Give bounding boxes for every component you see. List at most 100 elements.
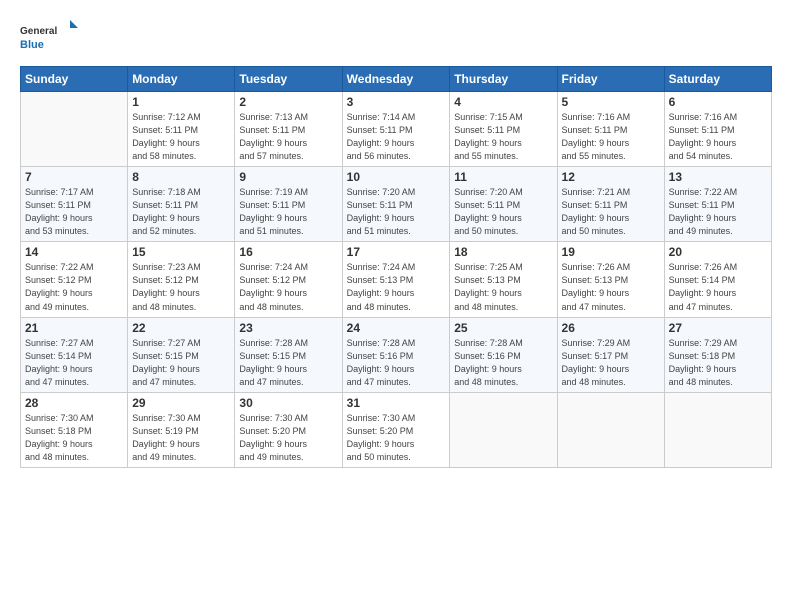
calendar-cell: 4 Sunrise: 7:15 AMSunset: 5:11 PMDaylight… (450, 92, 557, 167)
day-info: Sunrise: 7:30 AMSunset: 5:19 PMDaylight:… (132, 412, 230, 464)
day-number: 26 (562, 321, 660, 335)
day-number: 28 (25, 396, 123, 410)
calendar-cell: 14 Sunrise: 7:22 AMSunset: 5:12 PMDayligh… (21, 242, 128, 317)
day-info: Sunrise: 7:22 AMSunset: 5:11 PMDaylight:… (669, 186, 767, 238)
weekday-header-monday: Monday (128, 67, 235, 92)
calendar-week-row: 7 Sunrise: 7:17 AMSunset: 5:11 PMDaylight… (21, 167, 772, 242)
day-number: 23 (239, 321, 337, 335)
day-number: 10 (347, 170, 446, 184)
day-number: 18 (454, 245, 552, 259)
day-info: Sunrise: 7:20 AMSunset: 5:11 PMDaylight:… (454, 186, 552, 238)
calendar-cell: 12 Sunrise: 7:21 AMSunset: 5:11 PMDayligh… (557, 167, 664, 242)
day-info: Sunrise: 7:20 AMSunset: 5:11 PMDaylight:… (347, 186, 446, 238)
svg-text:General: General (20, 26, 57, 37)
calendar-cell: 31 Sunrise: 7:30 AMSunset: 5:20 PMDayligh… (342, 392, 450, 467)
day-number: 4 (454, 95, 552, 109)
weekday-header-wednesday: Wednesday (342, 67, 450, 92)
day-number: 31 (347, 396, 446, 410)
day-number: 21 (25, 321, 123, 335)
day-info: Sunrise: 7:30 AMSunset: 5:20 PMDaylight:… (239, 412, 337, 464)
calendar-week-row: 28Sunrise: 7:30 AMSunset: 5:18 PMDayligh… (21, 392, 772, 467)
day-number: 8 (132, 170, 230, 184)
day-number: 12 (562, 170, 660, 184)
calendar-week-row: 1Sunrise: 7:12 AMSunset: 5:11 PMDaylight… (21, 92, 772, 167)
calendar-cell: 17Sunrise: 7:24 AMSunset: 5:13 PMDayligh… (342, 242, 450, 317)
day-info: Sunrise: 7:24 AMSunset: 5:12 PMDaylight:… (239, 261, 337, 313)
calendar-table: SundayMondayTuesdayWednesdayThursdayFrid… (20, 66, 772, 468)
day-number: 14 (25, 245, 123, 259)
day-number: 27 (669, 321, 767, 335)
weekday-header-thursday: Thursday (450, 67, 557, 92)
day-info: Sunrise: 7:25 AMSunset: 5:13 PMDaylight:… (454, 261, 552, 313)
calendar-cell: 30 Sunrise: 7:30 AMSunset: 5:20 PMDayligh… (235, 392, 342, 467)
day-number: 16 (239, 245, 337, 259)
calendar-cell (450, 392, 557, 467)
calendar-week-row: 21Sunrise: 7:27 AMSunset: 5:14 PMDayligh… (21, 317, 772, 392)
weekday-header-row: SundayMondayTuesdayWednesdayThursdayFrid… (21, 67, 772, 92)
calendar-cell: 13 Sunrise: 7:22 AMSunset: 5:11 PMDayligh… (664, 167, 771, 242)
day-info: Sunrise: 7:16 AMSunset: 5:11 PMDaylight:… (562, 111, 660, 163)
day-info: Sunrise: 7:15 AMSunset: 5:11 PMDaylight:… (454, 111, 552, 163)
day-info: Sunrise: 7:19 AMSunset: 5:11 PMDaylight:… (239, 186, 337, 238)
day-number: 5 (562, 95, 660, 109)
day-number: 9 (239, 170, 337, 184)
day-number: 30 (239, 396, 337, 410)
day-info: Sunrise: 7:28 AMSunset: 5:16 PMDaylight:… (347, 337, 446, 389)
day-number: 2 (239, 95, 337, 109)
calendar-cell (21, 92, 128, 167)
calendar-cell: 11 Sunrise: 7:20 AMSunset: 5:11 PMDayligh… (450, 167, 557, 242)
calendar-cell: 9 Sunrise: 7:19 AMSunset: 5:11 PMDaylight… (235, 167, 342, 242)
day-info: Sunrise: 7:28 AMSunset: 5:15 PMDaylight:… (239, 337, 337, 389)
calendar-cell: 3 Sunrise: 7:14 AMSunset: 5:11 PMDaylight… (342, 92, 450, 167)
day-info: Sunrise: 7:26 AMSunset: 5:14 PMDaylight:… (669, 261, 767, 313)
day-number: 6 (669, 95, 767, 109)
day-number: 24 (347, 321, 446, 335)
day-info: Sunrise: 7:22 AMSunset: 5:12 PMDaylight:… (25, 261, 123, 313)
weekday-header-tuesday: Tuesday (235, 67, 342, 92)
calendar-cell: 29 Sunrise: 7:30 AMSunset: 5:19 PMDayligh… (128, 392, 235, 467)
calendar-cell: 8Sunrise: 7:18 AMSunset: 5:11 PMDaylight… (128, 167, 235, 242)
calendar-cell: 28Sunrise: 7:30 AMSunset: 5:18 PMDayligh… (21, 392, 128, 467)
calendar-cell (664, 392, 771, 467)
calendar-cell: 6 Sunrise: 7:16 AMSunset: 5:11 PMDaylight… (664, 92, 771, 167)
day-info: Sunrise: 7:30 AMSunset: 5:20 PMDaylight:… (347, 412, 446, 464)
calendar-cell: 23 Sunrise: 7:28 AMSunset: 5:15 PMDayligh… (235, 317, 342, 392)
day-number: 3 (347, 95, 446, 109)
calendar-cell: 1Sunrise: 7:12 AMSunset: 5:11 PMDaylight… (128, 92, 235, 167)
day-number: 20 (669, 245, 767, 259)
calendar-week-row: 14 Sunrise: 7:22 AMSunset: 5:12 PMDayligh… (21, 242, 772, 317)
day-info: Sunrise: 7:29 AMSunset: 5:17 PMDaylight:… (562, 337, 660, 389)
calendar-cell: 5 Sunrise: 7:16 AMSunset: 5:11 PMDaylight… (557, 92, 664, 167)
weekday-header-sunday: Sunday (21, 67, 128, 92)
calendar-cell: 15Sunrise: 7:23 AMSunset: 5:12 PMDayligh… (128, 242, 235, 317)
weekday-header-friday: Friday (557, 67, 664, 92)
day-number: 29 (132, 396, 230, 410)
day-number: 7 (25, 170, 123, 184)
day-info: Sunrise: 7:13 AMSunset: 5:11 PMDaylight:… (239, 111, 337, 163)
day-number: 22 (132, 321, 230, 335)
day-info: Sunrise: 7:17 AMSunset: 5:11 PMDaylight:… (25, 186, 123, 238)
day-number: 1 (132, 95, 230, 109)
day-info: Sunrise: 7:29 AMSunset: 5:18 PMDaylight:… (669, 337, 767, 389)
calendar-cell: 20 Sunrise: 7:26 AMSunset: 5:14 PMDayligh… (664, 242, 771, 317)
day-number: 11 (454, 170, 552, 184)
calendar-cell: 16 Sunrise: 7:24 AMSunset: 5:12 PMDayligh… (235, 242, 342, 317)
day-info: Sunrise: 7:28 AMSunset: 5:16 PMDaylight:… (454, 337, 552, 389)
day-info: Sunrise: 7:21 AMSunset: 5:11 PMDaylight:… (562, 186, 660, 238)
day-info: Sunrise: 7:26 AMSunset: 5:13 PMDaylight:… (562, 261, 660, 313)
logo-svg: General Blue (20, 18, 80, 56)
page-header: General Blue (20, 18, 772, 56)
day-info: Sunrise: 7:24 AMSunset: 5:13 PMDaylight:… (347, 261, 446, 313)
day-info: Sunrise: 7:16 AMSunset: 5:11 PMDaylight:… (669, 111, 767, 163)
calendar-cell: 22Sunrise: 7:27 AMSunset: 5:15 PMDayligh… (128, 317, 235, 392)
day-number: 15 (132, 245, 230, 259)
day-number: 13 (669, 170, 767, 184)
day-info: Sunrise: 7:14 AMSunset: 5:11 PMDaylight:… (347, 111, 446, 163)
calendar-cell: 10 Sunrise: 7:20 AMSunset: 5:11 PMDayligh… (342, 167, 450, 242)
calendar-cell (557, 392, 664, 467)
day-number: 25 (454, 321, 552, 335)
logo: General Blue (20, 18, 80, 56)
calendar-cell: 2 Sunrise: 7:13 AMSunset: 5:11 PMDaylight… (235, 92, 342, 167)
svg-text:Blue: Blue (20, 39, 44, 51)
calendar-cell: 25 Sunrise: 7:28 AMSunset: 5:16 PMDayligh… (450, 317, 557, 392)
